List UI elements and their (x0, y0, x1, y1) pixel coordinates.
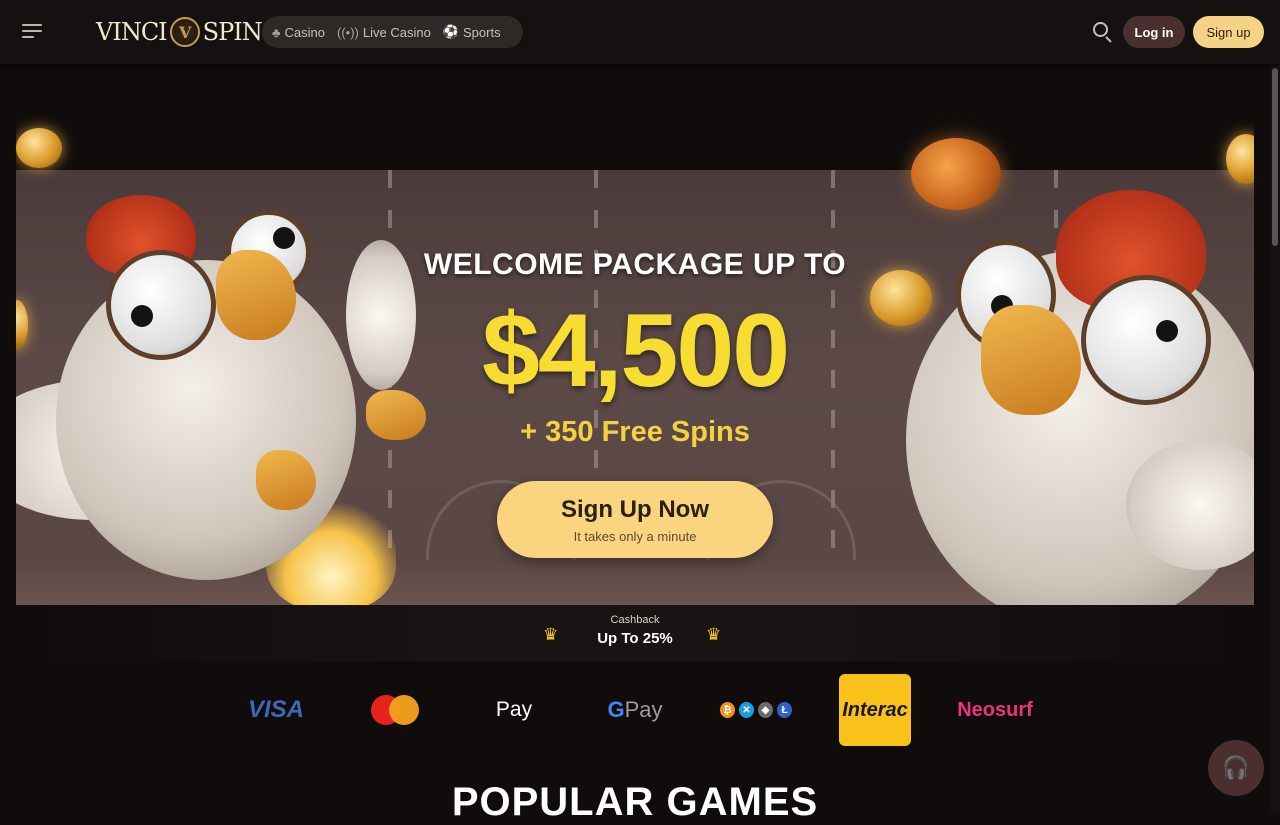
nav-casino[interactable]: ♣ Casino (270, 25, 325, 40)
nav-casino-label: Casino (284, 24, 325, 40)
site-logo[interactable]: VINCI V SPIN (96, 12, 263, 52)
crypto-logos: ₿ ✕ ◆ Ł (718, 674, 794, 746)
scrollbar-thumb[interactable] (1272, 68, 1278, 246)
cashback-value: Up To 25% (597, 630, 673, 647)
nav-sports-label: Sports (463, 24, 501, 40)
visa-logo: VISA (247, 696, 304, 723)
cashback-banner[interactable]: ♛ Cashback Up To 25% ♛ (16, 605, 1254, 661)
hero-signup-button[interactable]: Sign Up Now It takes only a minute (497, 481, 773, 558)
hero-free-spins: + 350 Free Spins (520, 416, 750, 448)
nav-live-casino-label: Live Casino (362, 24, 431, 40)
login-button[interactable]: Log in (1123, 16, 1185, 48)
crown-icon: ♛ (706, 625, 722, 645)
section-title-popular-games: POPULAR GAMES (451, 780, 819, 824)
broadcast-icon: ((•)) (337, 24, 359, 40)
hero-banner[interactable]: WELCOME PACKAGE UP TO $4,500 + 350 Free … (16, 110, 1254, 605)
apple-pay-logo: Pay (484, 674, 544, 746)
nav-live-casino[interactable]: ((•)) Live Casino (335, 25, 431, 40)
headset-icon[interactable]: 🎧 (1208, 740, 1264, 796)
payment-methods: VISA Pay G Pay ₿ ✕ ◆ Ł Interac Neosurf (0, 674, 1280, 746)
google-g-icon: G (607, 697, 625, 722)
cta-subtitle: It takes only a minute (573, 528, 697, 544)
logo-text-left: VINCI (96, 18, 168, 46)
coin-image (16, 128, 62, 168)
cta-label: Sign Up Now (561, 495, 709, 523)
search-icon[interactable] (1092, 21, 1114, 43)
ethereum-icon: ◆ (758, 702, 773, 718)
cherry-icon: ♣ (272, 24, 281, 40)
cashback-label: Cashback (610, 614, 660, 626)
bitcoin-icon: ₿ (720, 702, 735, 718)
interac-logo: Interac (839, 674, 911, 746)
nav-sports[interactable]: ⚽ Sports (441, 24, 501, 40)
signup-button[interactable]: Sign up (1193, 16, 1264, 48)
logo-emblem-icon: V (169, 17, 200, 47)
google-pay-label: Pay (624, 697, 663, 722)
soccer-ball-icon: ⚽ (442, 24, 459, 39)
hero-title: WELCOME PACKAGE UP TO (423, 248, 847, 281)
hero-amount: $4,500 (481, 293, 790, 409)
logo-text-right: SPIN (202, 18, 263, 46)
google-pay-logo: G Pay (600, 674, 670, 746)
mastercard-logo (370, 674, 420, 746)
roast-chicken-image (911, 138, 1001, 210)
ripple-icon: ✕ (739, 702, 754, 718)
litecoin-icon: Ł (777, 702, 792, 718)
top-bar: VINCI V SPIN ♣ Casino ((•)) Live Casino … (0, 0, 1280, 64)
main-nav: ♣ Casino ((•)) Live Casino ⚽ Sports (262, 16, 523, 48)
hamburger-icon[interactable] (22, 24, 42, 40)
apple-pay-label: Pay (495, 698, 533, 721)
neosurf-logo: Neosurf (957, 698, 1033, 721)
